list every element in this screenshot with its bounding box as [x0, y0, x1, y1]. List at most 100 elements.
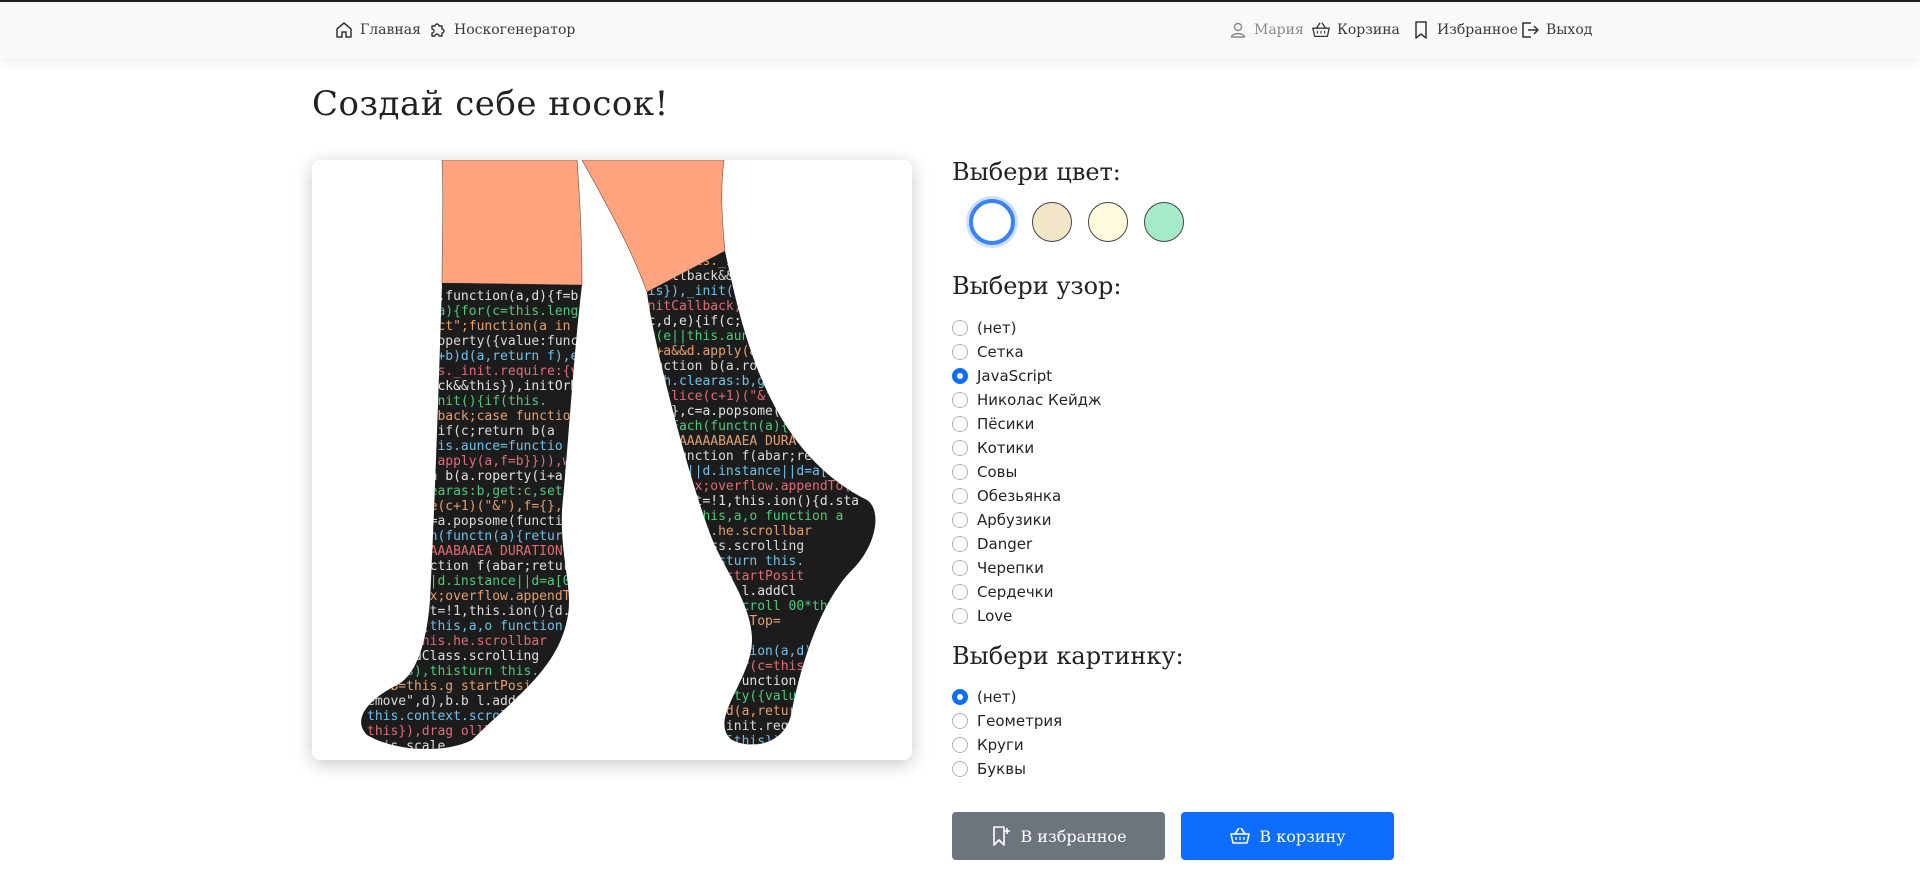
sock-code-line: a,c,d,e){if(c;return b(a — [367, 424, 555, 439]
sock-code-line: this.context.scroll 00*this — [367, 709, 578, 724]
pattern-option-label: Котики — [977, 439, 1035, 457]
pattern-option[interactable]: (нет) — [952, 317, 1016, 339]
picture-radio[interactable] — [952, 689, 968, 705]
nav-logout-label: Выход — [1546, 22, 1593, 38]
sock-code-line: .l.call(this,a,o function a — [632, 509, 843, 524]
pattern-radio[interactable] — [952, 320, 968, 336]
sock-code-line: gth;c>b;++b)d(a,return f),en — [632, 704, 851, 719]
pattern-option[interactable]: Пёсики — [952, 413, 1034, 435]
pattern-section-title: Выбери узор: — [952, 272, 1122, 300]
picture-radio[interactable] — [952, 737, 968, 753]
sock-code-line: this.context.scroll 00*this — [632, 599, 843, 614]
picture-option[interactable]: Круги — [952, 734, 1024, 756]
pattern-option[interactable]: Арбузики — [952, 509, 1051, 531]
sock-code-line: f(){h.clearas:b,get:c,set:d, — [632, 374, 851, 389]
sock-code-line: b>f+a&&d.apply(a,f=b}})),wai — [367, 454, 586, 469]
sock-code-line: r b={},c=a.popsome(function(a) — [367, 514, 602, 529]
sock-code-line: this.scale — [632, 629, 710, 644]
sock-code-line: ict";function f(abar;return c — [367, 559, 594, 574]
color-swatch[interactable] — [1032, 202, 1072, 242]
pattern-option-label: Арбузики — [977, 511, 1052, 529]
picture-option-label: (нет) — [977, 688, 1017, 706]
sock-code-line: function(a){for(c=this.length — [632, 659, 859, 674]
picture-radio[interactable] — [952, 713, 968, 729]
puzzle-icon — [431, 23, 445, 37]
sock-code-line: m(a,b)this.he.scrollbar — [632, 524, 812, 539]
sock-code-line: nceof m||d.instance||d=a[0].sc — [367, 574, 602, 589]
sock-code-line: g,this),thisturn this. — [367, 664, 539, 679]
picture-option[interactable]: Геометрия — [952, 710, 1062, 732]
sock-code-line: ight:50px;overflow.appendTo(e) — [367, 589, 602, 604]
pattern-option[interactable]: Совы — [952, 461, 1017, 483]
sock-code-line: b>f+a&&d.apply(a,f=b}})),wai — [632, 344, 851, 359]
sock-code-line: c.forEach(functn(a){return 1=== — [632, 419, 875, 434]
pattern-radio[interactable] — [952, 368, 968, 384]
nav-user-link[interactable]: Мария — [1228, 18, 1304, 42]
pattern-option[interactable]: Николас Кейдж — [952, 389, 1102, 411]
user-icon — [1230, 22, 1246, 38]
bookmark-plus-icon — [993, 826, 1011, 846]
sock-code-line: ersistent=!1,this.ion(){d.sta — [367, 604, 594, 619]
pattern-option[interactable]: Обезьянка — [952, 485, 1061, 507]
pattern-option-label: Love — [977, 607, 1013, 625]
pattern-radio[interactable] — [952, 416, 968, 432]
pattern-option[interactable]: Черепки — [952, 557, 1044, 579]
color-swatch[interactable] — [1144, 202, 1184, 242]
pattern-option[interactable]: Сердечки — [952, 581, 1054, 603]
pattern-option[interactable]: Котики — [952, 437, 1034, 459]
pattern-radio[interactable] — [952, 584, 968, 600]
pattern-option-label: Черепки — [977, 559, 1044, 577]
page-title: Создай себе носок! — [312, 84, 669, 124]
nav-generator-label: Носкогенератор — [454, 22, 576, 38]
sock-code-line: m(a,b)this.he.scrollbar — [367, 634, 547, 649]
nav-cart-label: Корзина — [1337, 22, 1400, 38]
sock-code-line: d("fetch",function(a,d){f=b.s — [632, 644, 859, 659]
picture-radio[interactable] — [952, 761, 968, 777]
pattern-radio[interactable] — [952, 464, 968, 480]
pattern-radio[interactable] — [952, 392, 968, 408]
color-swatch[interactable] — [1088, 202, 1128, 242]
color-swatch[interactable] — [969, 199, 1015, 245]
sock-code-line: nceof m||d.instance||d=a[0].sc — [632, 464, 867, 479]
add-to-favorites-button[interactable]: В избранное — [952, 812, 1165, 860]
pattern-radio[interactable] — [952, 488, 968, 504]
sock-code-line: this.scale — [367, 739, 445, 754]
pattern-option[interactable]: Danger — [952, 533, 1032, 555]
pattern-option[interactable]: Love — [952, 605, 1012, 627]
sock-code-line: ply(e||this.aunce=functio — [367, 439, 563, 454]
bookmark-icon — [1415, 21, 1427, 39]
sock-code-line: AAAALAAAAAABAAEA DURATION:250} — [632, 434, 867, 449]
pattern-radio[interactable] — [952, 344, 968, 360]
picture-option[interactable]: (нет) — [952, 686, 1016, 708]
pattern-option-label: Сетка — [977, 343, 1024, 361]
basket-icon — [1312, 22, 1330, 37]
pattern-option-label: Сердечки — [977, 583, 1054, 601]
sock-code-line: f(){h.clearas:b,get:c,set:d, — [367, 484, 586, 499]
nav-cart-link[interactable]: Корзина — [1311, 18, 1400, 42]
pattern-radio[interactable] — [952, 512, 968, 528]
pattern-radio[interactable] — [952, 560, 968, 576]
sock-code-line: nitCallback&&this}),initOrDi — [367, 379, 586, 394]
sock-code-line: d("fetch",function(a,d){f=b.s — [367, 289, 594, 304]
pattern-radio[interactable] — [952, 440, 968, 456]
nav-favorites-label: Избранное — [1437, 22, 1518, 38]
add-to-favorites-label: В избранное — [1020, 826, 1127, 846]
nav-logout-link[interactable]: Выход — [1520, 18, 1592, 42]
home-icon — [336, 22, 352, 38]
sock-code-line: gth;c>b;++b)d(a,return f),en — [367, 349, 586, 364]
pattern-option[interactable]: Сетка — [952, 341, 1024, 363]
pattern-radio[interactable] — [952, 608, 968, 624]
color-section-title: Выбери цвет: — [952, 158, 1121, 186]
sock-code-line: "use strict";function(a in g)ret — [632, 674, 882, 689]
pattern-option[interactable]: JavaScript — [952, 365, 1052, 387]
nav-home-label: Главная — [360, 22, 421, 38]
logout-icon — [1522, 22, 1539, 38]
nav-favorites-link[interactable]: Избранное — [1411, 18, 1518, 42]
picture-option[interactable]: Буквы — [952, 758, 1026, 780]
add-to-cart-button[interactable]: В корзину — [1181, 812, 1394, 860]
nav-home-link[interactable]: Главная — [334, 18, 421, 42]
pattern-radio[interactable] — [952, 536, 968, 552]
nav-generator-link[interactable]: Носкогенератор — [428, 18, 575, 42]
sock-code-line: it=!0,this._init.require:{value — [367, 364, 610, 379]
picture-option-label: Буквы — [977, 760, 1026, 778]
